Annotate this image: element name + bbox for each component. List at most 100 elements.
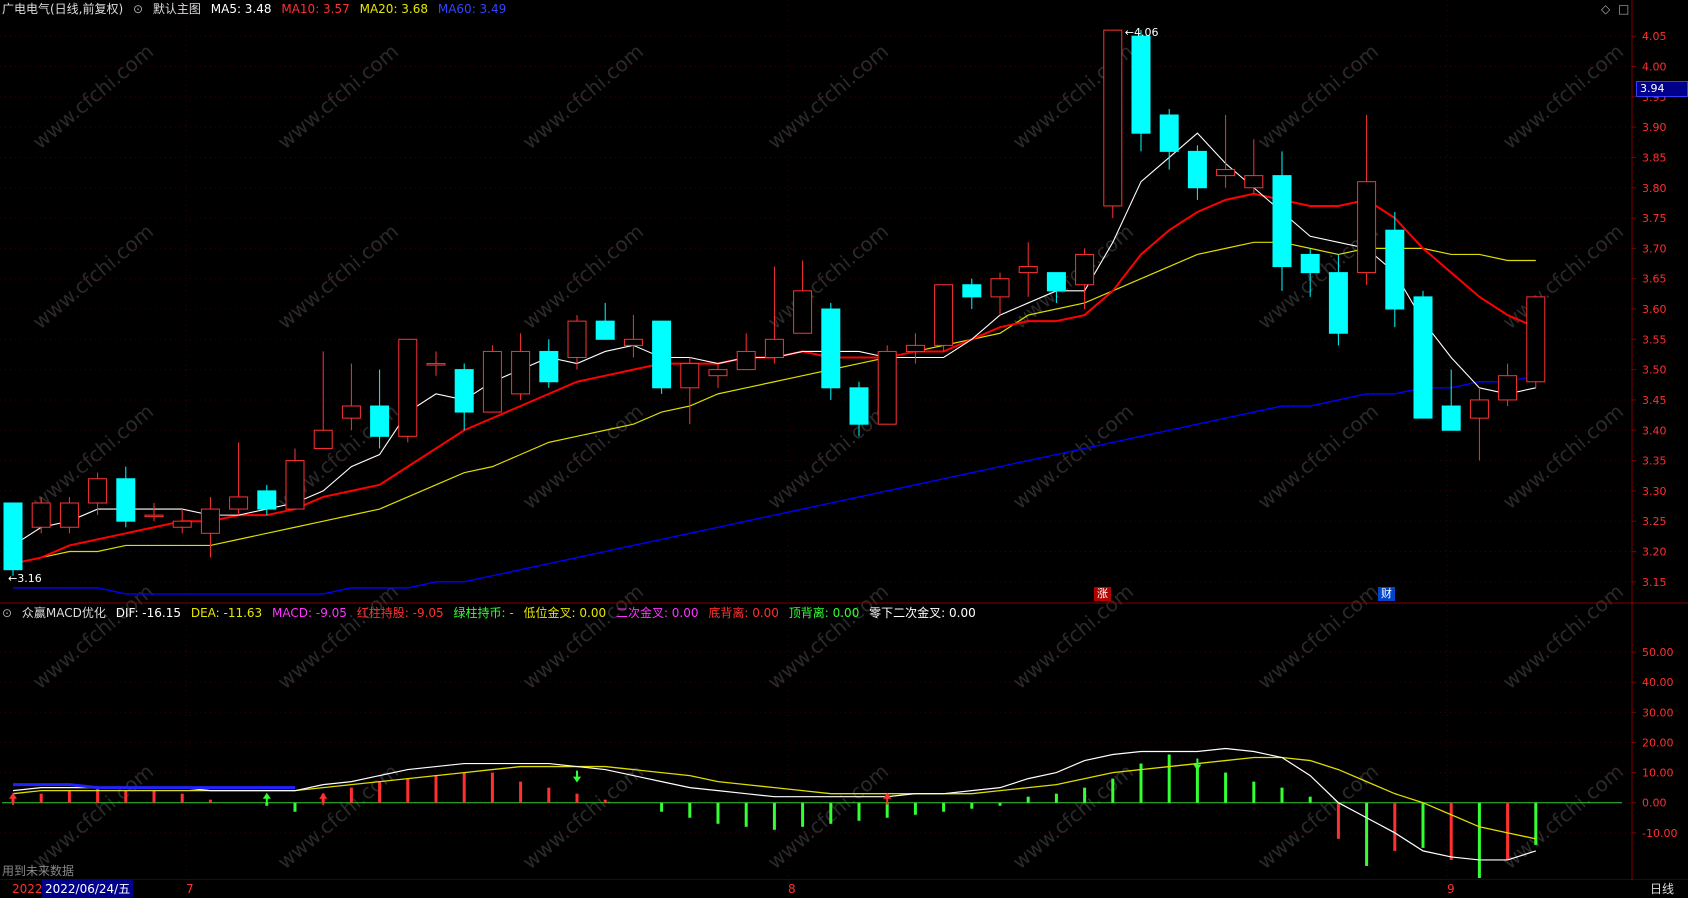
- candle-body-up: [793, 290, 813, 334]
- candle-body-up: [1244, 175, 1264, 189]
- watermark-text: www.cfchi.com: [518, 39, 648, 154]
- candle-body-up: [229, 496, 249, 510]
- price-tick-label: 4.05: [1642, 30, 1667, 43]
- watermark-text: www.cfchi.com: [28, 219, 158, 334]
- ma20-label: MA20: 3.68: [359, 2, 429, 16]
- watermark-text: www.cfchi.com: [28, 39, 158, 154]
- sell-arrow-icon: [573, 770, 581, 783]
- dif-label: DIF: -16.15: [115, 606, 181, 620]
- settings-circle-icon[interactable]: ⊙: [133, 2, 143, 16]
- candle-body-down: [1131, 35, 1151, 134]
- price-tick-label: 3.30: [1642, 485, 1667, 498]
- macd-tick-label: 50.00: [1642, 646, 1674, 659]
- candle-body-up: [1103, 29, 1123, 207]
- candle-body-down: [454, 369, 474, 413]
- candle-body-up: [341, 405, 361, 419]
- watermark-text: www.cfchi.com: [518, 579, 648, 694]
- candle-body-up: [398, 338, 418, 437]
- candle-body-up: [200, 508, 220, 534]
- candle-body-up: [1075, 253, 1095, 286]
- macd-tick-label: 20.00: [1642, 736, 1674, 749]
- price-tick-label: 3.90: [1642, 121, 1667, 134]
- month-9-label: 9: [1447, 882, 1455, 896]
- ma5-label: MA5: 3.48: [210, 2, 272, 16]
- candle-body-up: [285, 460, 305, 510]
- indicator-name[interactable]: 众赢MACD优化: [22, 606, 106, 620]
- candle-body-up: [877, 350, 897, 425]
- watermark-text: www.cfchi.com: [763, 39, 893, 154]
- candle-body-down: [539, 350, 559, 383]
- watermark-text: www.cfchi.com: [1253, 39, 1383, 154]
- candle-body-down: [821, 308, 841, 389]
- watermark-layer: www.cfchi.com www.cfchi.com www.cfchi.com w…: [28, 39, 1628, 874]
- watermark-text: www.cfchi.com: [518, 759, 648, 874]
- diamond-icon[interactable]: ◇: [1601, 2, 1610, 16]
- top-div-label: 顶背离: 0.00: [788, 606, 860, 620]
- indicator-settings-icon[interactable]: ⊙: [2, 606, 12, 620]
- future-data-label: 用到未来数据: [2, 864, 75, 878]
- macd-tick-label: 30.00: [1642, 706, 1674, 719]
- candle-body-down: [1385, 229, 1405, 310]
- candle-body-up: [708, 369, 728, 377]
- price-tick-label: 3.25: [1642, 515, 1667, 528]
- watermark-text: www.cfchi.com: [273, 759, 403, 874]
- watermark-text: www.cfchi.com: [763, 399, 893, 514]
- watermark-text: www.cfchi.com: [1253, 399, 1383, 514]
- watermark-text: www.cfchi.com: [1498, 399, 1628, 514]
- price-tick-label: 3.50: [1642, 364, 1667, 377]
- candle-body-down: [257, 490, 277, 510]
- candle-body-down: [1187, 150, 1207, 189]
- ma10-label: MA10: 3.57: [281, 2, 350, 16]
- year-label: 2022: [12, 882, 43, 896]
- month-8-label: 8: [788, 882, 796, 896]
- candle-body-up: [1526, 296, 1546, 383]
- candle-body-up: [482, 350, 502, 413]
- main-chart-label[interactable]: 默认主图: [153, 2, 201, 16]
- kline-chart[interactable]: www.cfchi.com www.cfchi.com www.cfchi.com w…: [0, 0, 1688, 898]
- green-hold-label: 绿柱持币: -: [453, 606, 514, 620]
- candle-body-up: [88, 478, 108, 504]
- watermark-text: www.cfchi.com: [518, 399, 648, 514]
- candle-body-down: [595, 320, 615, 340]
- price-tick-label: 3.65: [1642, 273, 1667, 286]
- stock-name[interactable]: 广电电气(日线,前复权): [2, 2, 123, 16]
- stock-chart-window[interactable]: www.cfchi.com www.cfchi.com www.cfchi.com w…: [0, 0, 1688, 898]
- candle-body-down: [116, 478, 136, 522]
- event-zhang-badge[interactable]: 涨: [1094, 587, 1111, 601]
- candle-body-up: [990, 278, 1010, 298]
- main-chart-header: 广电电气(日线,前复权) ⊙ 默认主图 MA5: 3.48 MA10: 3.57…: [2, 0, 512, 18]
- timeline-bar[interactable]: 2022 2022/06/24/五 7 8 9 日线: [0, 880, 1688, 898]
- ma60-label: MA60: 3.49: [437, 2, 507, 16]
- indicator-header: ⊙ 众赢MACD优化 DIF: -16.15 DEA: -11.63 MACD:…: [2, 604, 982, 622]
- candle-body-down: [1328, 272, 1348, 334]
- low-price-label: ←3.16: [8, 572, 42, 585]
- close-panel-icon[interactable]: □: [1618, 2, 1629, 16]
- watermark-text: www.cfchi.com: [1008, 759, 1138, 874]
- macd-tick-label: 40.00: [1642, 676, 1674, 689]
- candle-body-up: [31, 502, 51, 528]
- watermark-text: www.cfchi.com: [763, 759, 893, 874]
- watermark-text: www.cfchi.com: [273, 219, 403, 334]
- candle-body-up: [313, 429, 333, 449]
- watermark-text: www.cfchi.com: [1253, 579, 1383, 694]
- candle-body-up: [1216, 169, 1236, 177]
- candle-body-up: [511, 350, 531, 395]
- event-cai-badge[interactable]: 财: [1378, 587, 1395, 601]
- price-tick-label: 3.45: [1642, 394, 1667, 407]
- price-tick-label: 3.85: [1642, 151, 1667, 164]
- bottom-div-label: 底背离: 0.00: [708, 606, 779, 620]
- candle-body-down: [1272, 175, 1292, 268]
- watermark-text: www.cfchi.com: [1008, 579, 1138, 694]
- candle-body-down: [849, 387, 869, 425]
- candle-body-down: [1300, 253, 1320, 274]
- period-label[interactable]: 日线: [1650, 880, 1674, 898]
- low-cross-label: 低位金叉: 0.00: [523, 606, 607, 620]
- candle-body-down: [1046, 272, 1066, 292]
- zero-second-label: 零下二次金叉: 0.00: [869, 606, 976, 620]
- candle-body-up: [1469, 399, 1489, 419]
- candle-body-down: [962, 284, 982, 298]
- watermark-text: www.cfchi.com: [1498, 39, 1628, 154]
- candle-body-up: [1498, 375, 1518, 401]
- macd-label: MACD: -9.05: [272, 606, 347, 620]
- candle-body-up: [59, 502, 79, 528]
